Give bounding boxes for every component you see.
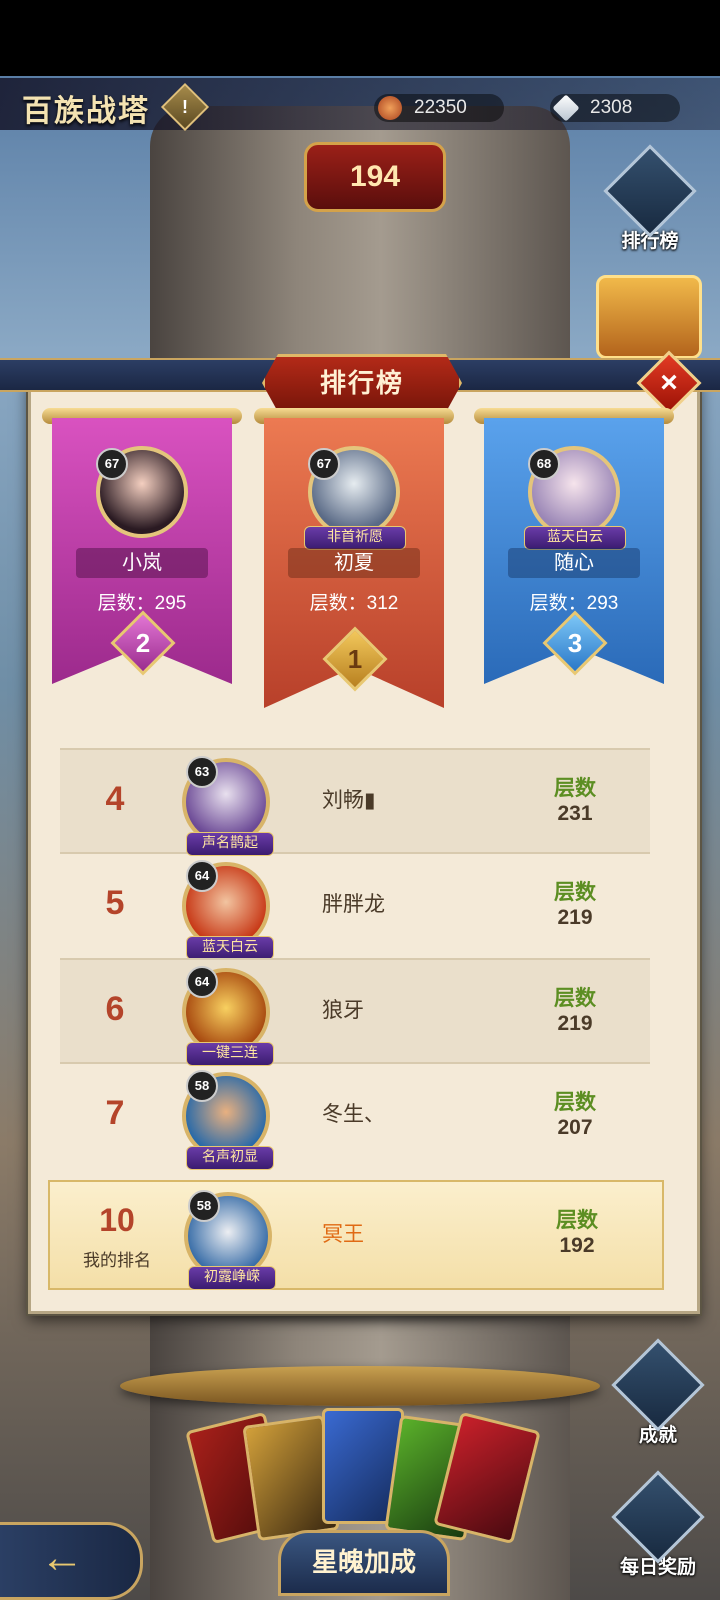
back-button[interactable]: ← (0, 1522, 143, 1600)
my-rank-label: 我的排名 (83, 1251, 151, 1270)
player-name: 随心 (508, 548, 640, 578)
title-tag: 非首祈愿 (304, 526, 406, 550)
diamond-icon (552, 94, 580, 122)
level-badge: 63 (186, 756, 218, 788)
ranking-row[interactable]: 7 58 名声初显 冬生、 层数 207 (60, 1064, 650, 1170)
achievement-button[interactable]: 成就 (611, 1338, 705, 1447)
rank-number: 7 (105, 1094, 125, 1132)
title-tag: 蓝天白云 (186, 936, 274, 960)
layers-label: 层数 (554, 777, 596, 800)
podium-rank-1[interactable]: 67 非首祈愿 初夏 层数：312 1 (254, 408, 454, 708)
diamond-value: 2308 (590, 97, 633, 118)
rank-number: 1 (347, 644, 363, 674)
daily-reward-button[interactable]: 每日奖励 (611, 1470, 705, 1579)
layers-label: 层数 (554, 987, 596, 1010)
gift-icon (611, 1470, 705, 1564)
level-badge: 64 (186, 860, 218, 892)
player-name: 初夏 (288, 548, 420, 578)
close-icon: × (660, 366, 678, 399)
diamond-counter: 2308 (550, 94, 680, 122)
my-rank-row: 10 我的排名 58 初露峥嵘 冥王 层数 192 (48, 1180, 664, 1290)
layers-label: 层数 (556, 1209, 598, 1232)
rank-number: 2 (135, 628, 151, 658)
tower-ring (120, 1366, 600, 1406)
ranking-side-button[interactable]: 排行榜 (603, 144, 697, 253)
layers-value: 192 (559, 1234, 595, 1257)
star-soul-bonus-button[interactable]: 星魄加成 (278, 1530, 450, 1596)
layers-text: 层数：312 (309, 593, 399, 614)
ranking-row[interactable]: 5 64 蓝天白云 胖胖龙 层数 219 (60, 854, 650, 960)
layers-value: 219 (557, 1012, 593, 1035)
title-tag: 名声初显 (186, 1146, 274, 1170)
player-name: 冥王 (322, 1223, 364, 1246)
coin-icon (378, 96, 402, 120)
level-badge: 58 (186, 1070, 218, 1102)
rank-number: 3 (567, 628, 583, 658)
game-title: 百族战塔 (22, 95, 150, 128)
layers-label: 层数 (554, 1091, 596, 1114)
layers-value: 219 (557, 906, 593, 929)
my-rank-number: 10 (99, 1202, 135, 1238)
layers-label: 层数 (554, 881, 596, 904)
level-badge: 64 (186, 966, 218, 998)
ranking-row[interactable]: 6 64 一键三连 狼牙 层数 219 (60, 958, 650, 1066)
level-badge: 68 (528, 448, 560, 480)
current-floor-badge: 194 (304, 142, 446, 212)
player-name: 刘畅▮ (322, 789, 376, 812)
player-name: 狼牙 (322, 999, 364, 1022)
podium-rank-2[interactable]: 67 小岚 层数：295 2 (42, 408, 242, 686)
level-badge: 67 (308, 448, 340, 480)
ranking-icon (603, 144, 697, 238)
level-badge: 58 (188, 1190, 220, 1222)
player-name: 胖胖龙 (322, 893, 385, 916)
treasure-chest-icon[interactable] (596, 275, 702, 359)
player-name: 冬生、 (322, 1103, 385, 1126)
coin-counter: 22350 (374, 94, 504, 122)
rank-number: 6 (105, 990, 125, 1028)
podium-rank-3[interactable]: 68 蓝天白云 随心 层数：293 3 (474, 408, 674, 686)
ranking-row[interactable]: 4 63 声名鹊起 刘畅▮ 层数 231 (60, 748, 650, 856)
info-icon: ! (182, 97, 188, 117)
back-arrow-icon: ← (40, 1533, 84, 1582)
title-tag: 蓝天白云 (524, 526, 626, 550)
title-tag: 声名鹊起 (186, 832, 274, 856)
level-badge: 67 (96, 448, 128, 480)
title-tag: 一键三连 (186, 1042, 274, 1066)
modal-title: 排行榜 (262, 354, 462, 412)
layers-value: 207 (557, 1116, 593, 1139)
player-name: 小岚 (76, 548, 208, 578)
achievement-icon (611, 1338, 705, 1432)
coin-value: 22350 (414, 97, 467, 118)
status-bar (0, 0, 720, 76)
layers-value: 231 (557, 802, 593, 825)
title-tag: 初露峥嵘 (188, 1266, 276, 1290)
rank-number: 5 (105, 884, 125, 922)
rank-number: 4 (105, 780, 125, 818)
